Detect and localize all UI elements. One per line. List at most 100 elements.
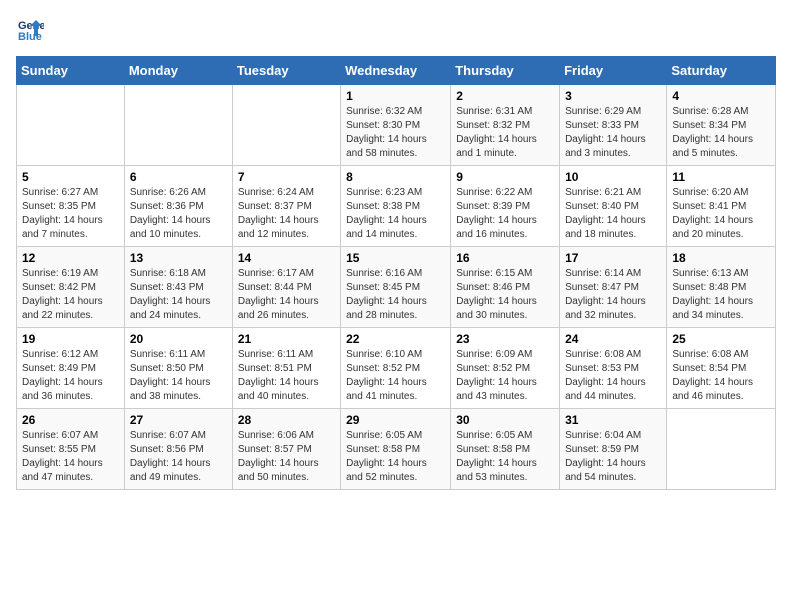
day-info-text: Sunrise: 6:32 AM: [346, 105, 445, 119]
day-info-text: Sunset: 8:47 PM: [565, 281, 661, 295]
day-info-text: Sunset: 8:39 PM: [456, 200, 554, 214]
day-info-text: Sunset: 8:33 PM: [565, 119, 661, 133]
day-info-text: Sunrise: 6:13 AM: [672, 267, 770, 281]
day-number: 6: [130, 170, 227, 184]
day-info-text: Sunset: 8:58 PM: [456, 443, 554, 457]
day-info-text: Daylight: 14 hours and 10 minutes.: [130, 214, 227, 242]
day-info-text: Sunrise: 6:07 AM: [22, 429, 119, 443]
day-info-text: Sunrise: 6:05 AM: [456, 429, 554, 443]
calendar-table: SundayMondayTuesdayWednesdayThursdayFrid…: [16, 56, 776, 490]
calendar-cell: 21Sunrise: 6:11 AMSunset: 8:51 PMDayligh…: [232, 328, 340, 409]
day-info-text: Daylight: 14 hours and 41 minutes.: [346, 376, 445, 404]
day-number: 29: [346, 413, 445, 427]
day-info-text: Sunset: 8:43 PM: [130, 281, 227, 295]
day-info-text: Sunrise: 6:22 AM: [456, 186, 554, 200]
day-number: 2: [456, 89, 554, 103]
day-number: 26: [22, 413, 119, 427]
page-header: General Blue: [16, 16, 776, 44]
calendar-cell: 16Sunrise: 6:15 AMSunset: 8:46 PMDayligh…: [451, 247, 560, 328]
calendar-cell: 22Sunrise: 6:10 AMSunset: 8:52 PMDayligh…: [341, 328, 451, 409]
day-info-text: Daylight: 14 hours and 49 minutes.: [130, 457, 227, 485]
day-info-text: Sunset: 8:54 PM: [672, 362, 770, 376]
day-info-text: Daylight: 14 hours and 26 minutes.: [238, 295, 335, 323]
day-info-text: Daylight: 14 hours and 5 minutes.: [672, 133, 770, 161]
day-info-text: Daylight: 14 hours and 40 minutes.: [238, 376, 335, 404]
day-info-text: Daylight: 14 hours and 54 minutes.: [565, 457, 661, 485]
day-info-text: Sunrise: 6:12 AM: [22, 348, 119, 362]
day-number: 12: [22, 251, 119, 265]
day-info-text: Daylight: 14 hours and 16 minutes.: [456, 214, 554, 242]
weekday-header: Wednesday: [341, 57, 451, 85]
weekday-header: Monday: [124, 57, 232, 85]
day-info-text: Daylight: 14 hours and 50 minutes.: [238, 457, 335, 485]
day-info-text: Daylight: 14 hours and 12 minutes.: [238, 214, 335, 242]
day-info-text: Daylight: 14 hours and 32 minutes.: [565, 295, 661, 323]
day-info-text: Sunset: 8:40 PM: [565, 200, 661, 214]
calendar-week-row: 19Sunrise: 6:12 AMSunset: 8:49 PMDayligh…: [17, 328, 776, 409]
calendar-cell: 15Sunrise: 6:16 AMSunset: 8:45 PMDayligh…: [341, 247, 451, 328]
day-info-text: Sunrise: 6:31 AM: [456, 105, 554, 119]
calendar-cell: 31Sunrise: 6:04 AMSunset: 8:59 PMDayligh…: [560, 409, 667, 490]
day-info-text: Sunrise: 6:11 AM: [130, 348, 227, 362]
calendar-cell: 20Sunrise: 6:11 AMSunset: 8:50 PMDayligh…: [124, 328, 232, 409]
calendar-cell: 23Sunrise: 6:09 AMSunset: 8:52 PMDayligh…: [451, 328, 560, 409]
calendar-week-row: 12Sunrise: 6:19 AMSunset: 8:42 PMDayligh…: [17, 247, 776, 328]
calendar-cell: 17 Sunrise: 6:14 AMSunset: 8:47 PMDayligh…: [560, 247, 667, 328]
day-info-text: Sunset: 8:37 PM: [238, 200, 335, 214]
weekday-header: Thursday: [451, 57, 560, 85]
day-number: 5: [22, 170, 119, 184]
calendar-cell: 28Sunrise: 6:06 AMSunset: 8:57 PMDayligh…: [232, 409, 340, 490]
day-info-text: Daylight: 14 hours and 44 minutes.: [565, 376, 661, 404]
day-info-text: Sunset: 8:32 PM: [456, 119, 554, 133]
calendar-cell: [667, 409, 776, 490]
calendar-cell: 30Sunrise: 6:05 AMSunset: 8:58 PMDayligh…: [451, 409, 560, 490]
calendar-cell: 24Sunrise: 6:08 AMSunset: 8:53 PMDayligh…: [560, 328, 667, 409]
day-info-text: Daylight: 14 hours and 3 minutes.: [565, 133, 661, 161]
day-info-text: Sunrise: 6:16 AM: [346, 267, 445, 281]
calendar-cell: [232, 85, 340, 166]
day-info-text: Sunset: 8:50 PM: [130, 362, 227, 376]
day-info-text: Sunrise: 6:20 AM: [672, 186, 770, 200]
day-info-text: Sunrise: 6:28 AM: [672, 105, 770, 119]
calendar-cell: 2Sunrise: 6:31 AMSunset: 8:32 PMDaylight…: [451, 85, 560, 166]
day-info-text: Sunrise: 6:17 AM: [238, 267, 335, 281]
calendar-cell: 9 Sunrise: 6:22 AMSunset: 8:39 PMDaylight…: [451, 166, 560, 247]
weekday-header: Saturday: [667, 57, 776, 85]
day-number: 27: [130, 413, 227, 427]
day-info-text: Daylight: 14 hours and 22 minutes.: [22, 295, 119, 323]
day-number: 17: [565, 251, 661, 265]
day-number: 4: [672, 89, 770, 103]
day-info-text: Sunset: 8:55 PM: [22, 443, 119, 457]
day-info-text: Daylight: 14 hours and 58 minutes.: [346, 133, 445, 161]
day-info-text: Sunrise: 6:05 AM: [346, 429, 445, 443]
day-number: 3: [565, 89, 661, 103]
day-number: 24: [565, 332, 661, 346]
day-info-text: Sunrise: 6:14 AM: [565, 267, 661, 281]
calendar-cell: 3Sunrise: 6:29 AMSunset: 8:33 PMDaylight…: [560, 85, 667, 166]
day-info-text: Sunset: 8:46 PM: [456, 281, 554, 295]
day-info-text: Sunrise: 6:08 AM: [672, 348, 770, 362]
day-info-text: Daylight: 14 hours and 52 minutes.: [346, 457, 445, 485]
day-number: 14: [238, 251, 335, 265]
day-info-text: Daylight: 14 hours and 36 minutes.: [22, 376, 119, 404]
calendar-week-row: 26 Sunrise: 6:07 AMSunset: 8:55 PM Dayligh…: [17, 409, 776, 490]
calendar-cell: 13Sunrise: 6:18 AMSunset: 8:43 PMDayligh…: [124, 247, 232, 328]
day-number: 13: [130, 251, 227, 265]
day-info-text: Sunrise: 6:06 AM: [238, 429, 335, 443]
day-info-text: Daylight: 14 hours and 24 minutes.: [130, 295, 227, 323]
day-info-text: Daylight: 14 hours and 43 minutes.: [456, 376, 554, 404]
day-number: 19: [22, 332, 119, 346]
day-info-text: Sunrise: 6:19 AM: [22, 267, 119, 281]
calendar-cell: 8Sunrise: 6:23 AMSunset: 8:38 PMDaylight…: [341, 166, 451, 247]
day-number: 9: [456, 170, 554, 184]
day-info-text: Sunset: 8:30 PM: [346, 119, 445, 133]
calendar-cell: 27Sunrise: 6:07 AMSunset: 8:56 PMDayligh…: [124, 409, 232, 490]
calendar-cell: 25Sunrise: 6:08 AMSunset: 8:54 PMDayligh…: [667, 328, 776, 409]
day-info-text: Daylight: 14 hours and 14 minutes.: [346, 214, 445, 242]
day-info-text: Sunrise: 6:15 AM: [456, 267, 554, 281]
calendar-cell: 18Sunrise: 6:13 AMSunset: 8:48 PMDayligh…: [667, 247, 776, 328]
logo-icon: General Blue: [16, 16, 44, 44]
day-info-text: Sunset: 8:34 PM: [672, 119, 770, 133]
day-number: 31: [565, 413, 661, 427]
day-number: 28: [238, 413, 335, 427]
